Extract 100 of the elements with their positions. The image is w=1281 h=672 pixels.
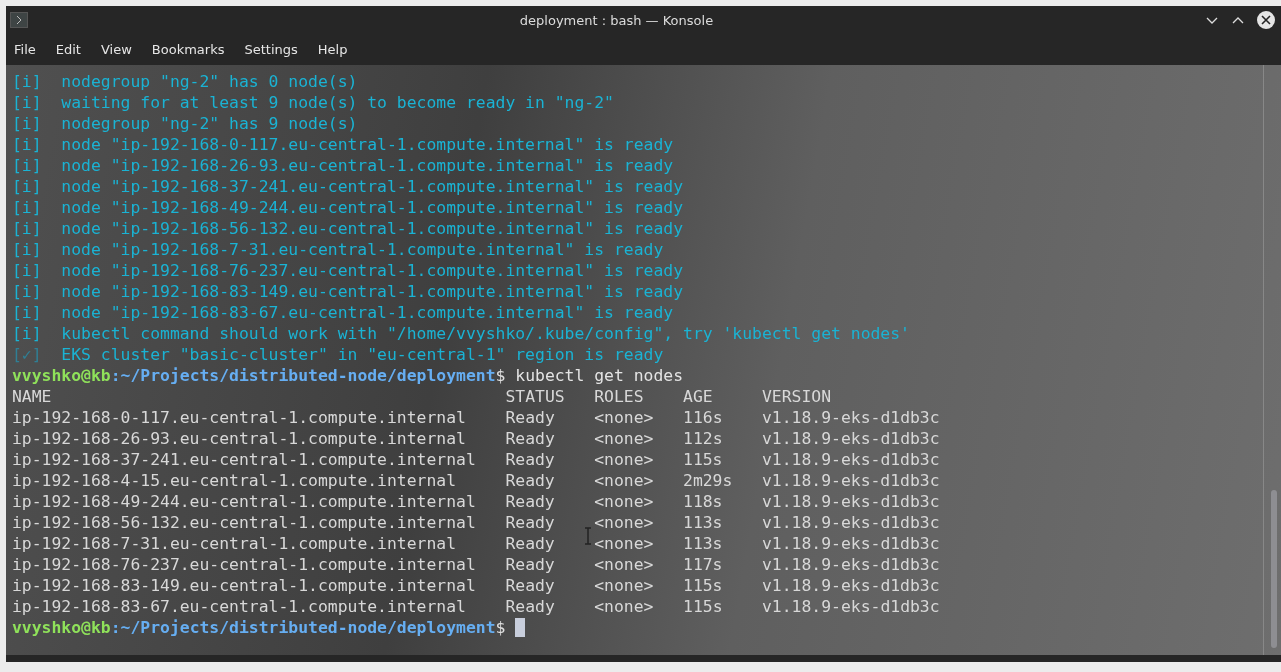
log-message: node "ip-192-168-76-237.eu-central-1.compute.internal" is ready (61, 260, 683, 281)
column-header: ROLES (594, 386, 644, 407)
table-cell: 115s (683, 575, 723, 596)
menu-item[interactable]: Edit (49, 42, 87, 57)
status-tag: [i] (12, 134, 62, 155)
table-cell: <none> (594, 596, 654, 617)
table-cell: ip-192-168-7-31.eu-central-1.compute.internal (12, 533, 457, 554)
table-cell: <none> (594, 407, 654, 428)
table-cell: 113s (683, 512, 723, 533)
log-message: node "ip-192-168-83-67.eu-central-1.compute.internal" is ready (61, 302, 674, 323)
table-cell: ip-192-168-37-241.eu-central-1.compute.internal (12, 449, 476, 470)
log-message: node "ip-192-168-0-117.eu-central-1.compute.internal" is ready (61, 134, 674, 155)
log-message: node "ip-192-168-49-244.eu-central-1.compute.internal" is ready (61, 197, 683, 218)
table-cell: <none> (594, 533, 654, 554)
table-cell: 116s (683, 407, 723, 428)
table-cell: v1.18.9-eks-d1db3c (761, 449, 940, 470)
status-tag: [i] (12, 281, 62, 302)
table-cell: Ready (505, 491, 555, 512)
table-cell: <none> (594, 554, 654, 575)
table-cell: ip-192-168-76-237.eu-central-1.compute.internal (12, 554, 476, 575)
table-cell: ip-192-168-26-93.eu-central-1.compute.internal (12, 428, 466, 449)
status-tag: [i] (12, 239, 62, 260)
log-message: node "ip-192-168-37-241.eu-central-1.compute.internal" is ready (61, 176, 683, 197)
table-cell: v1.18.9-eks-d1db3c (762, 428, 940, 449)
table-cell: 2m29s (683, 470, 733, 491)
table-cell: ip-192-168-49-244.eu-central-1.compute.internal (12, 491, 476, 512)
status-tag: [i] (12, 197, 62, 218)
table-cell: ip-192-168-4-15.eu-central-1.compute.internal (12, 470, 457, 491)
status-tag: [i] (12, 155, 62, 176)
status-tag: [i] (12, 218, 62, 239)
terminal-icon (10, 12, 28, 28)
status-tag: [i] (12, 260, 62, 281)
log-message: nodegroup "ng-2" has 0 node(s) (61, 71, 358, 92)
status-tag: [i] (12, 302, 62, 323)
log-message: waiting for at least 9 node(s) to become ready in "ng-2" (61, 92, 614, 113)
menu-item[interactable]: Bookmarks (145, 42, 231, 57)
log-message: nodegroup "ng-2" has 9 node(s) (61, 113, 358, 134)
table-cell: Ready (505, 470, 555, 491)
log-message: EKS cluster "basic-cluster" in "eu-central-1" region is ready (61, 344, 664, 365)
table-cell: Ready (505, 575, 555, 596)
close-button[interactable] (1257, 11, 1275, 29)
table-cell: v1.18.9-eks-d1db3c (761, 533, 940, 554)
prompt-user: vvyshko@kb (12, 365, 111, 386)
text-cursor-icon (584, 527, 592, 545)
table-cell: Ready (505, 596, 555, 617)
table-cell: <none> (594, 491, 654, 512)
table-cell: v1.18.9-eks-d1db3c (761, 470, 940, 491)
command-text: kubectl get nodes (515, 365, 684, 386)
status-tag: [i] (12, 113, 62, 134)
column-header: NAME (12, 386, 52, 407)
status-tag: [✓] (12, 344, 62, 365)
table-cell: <none> (594, 512, 654, 533)
table-cell: 115s (683, 449, 723, 470)
prompt-symbol: $ (495, 617, 506, 638)
table-cell: ip-192-168-83-149.eu-central-1.compute.internal (12, 575, 476, 596)
table-cell: Ready (505, 449, 555, 470)
prompt-symbol: $ (495, 365, 506, 386)
log-message: node "ip-192-168-7-31.eu-central-1.compute.internal" is ready (61, 239, 664, 260)
table-cell: Ready (505, 428, 555, 449)
column-header: VERSION (761, 386, 832, 407)
status-tag: [i] (12, 92, 62, 113)
prompt-path: :~/Projects/distributed-node/deployment (110, 617, 496, 638)
log-message: node "ip-192-168-56-132.eu-central-1.compute.internal" is ready (61, 218, 683, 239)
scrollbar-thumb[interactable] (1271, 490, 1277, 648)
log-message: node "ip-192-168-83-149.eu-central-1.compute.internal" is ready (61, 281, 683, 302)
table-cell: v1.18.9-eks-d1db3c (761, 491, 940, 512)
table-cell: v1.18.9-eks-d1db3c (761, 575, 940, 596)
table-cell: Ready (505, 512, 555, 533)
prompt-user: vvyshko@kb (12, 617, 111, 638)
table-cell: Ready (505, 554, 555, 575)
menu-item[interactable]: View (94, 42, 138, 57)
menu-item[interactable]: File (8, 42, 42, 57)
table-cell: v1.18.9-eks-d1db3c (761, 554, 940, 575)
table-cell: <none> (594, 428, 654, 449)
status-tag: [i] (12, 71, 62, 92)
log-message: kubectl command should work with "/home/vvyshko/.kube/config", try 'kubectl get nodes' (61, 323, 910, 344)
table-cell: ip-192-168-56-132.eu-central-1.compute.internal (12, 512, 476, 533)
table-cell: Ready (505, 533, 555, 554)
menu-item[interactable]: Settings (238, 42, 304, 57)
table-cell: 113s (683, 533, 723, 554)
status-tag: [i] (12, 323, 62, 344)
table-cell: v1.18.9-eks-d1db3c (761, 512, 940, 533)
table-cell: 118s (683, 491, 723, 512)
table-cell: 112s (683, 428, 723, 449)
text-cursor (515, 618, 526, 637)
table-cell: 117s (683, 554, 723, 575)
menu-item[interactable]: Help (311, 42, 354, 57)
log-message: node "ip-192-168-26-93.eu-central-1.compute.internal" is ready (61, 155, 674, 176)
table-cell: v1.18.9-eks-d1db3c (762, 596, 940, 617)
table-cell: ip-192-168-83-67.eu-central-1.compute.internal (12, 596, 466, 617)
table-cell: Ready (505, 407, 555, 428)
prompt-path: :~/Projects/distributed-node/deployment (110, 365, 496, 386)
table-cell: 115s (683, 596, 723, 617)
table-cell: <none> (594, 575, 654, 596)
window-title: deployment : bash — Konsole (518, 12, 715, 28)
table-cell: v1.18.9-eks-d1db3c (762, 407, 940, 428)
table-cell: <none> (594, 470, 654, 491)
column-header: AGE (683, 386, 713, 407)
status-tag: [i] (12, 176, 62, 197)
table-cell: <none> (594, 449, 654, 470)
